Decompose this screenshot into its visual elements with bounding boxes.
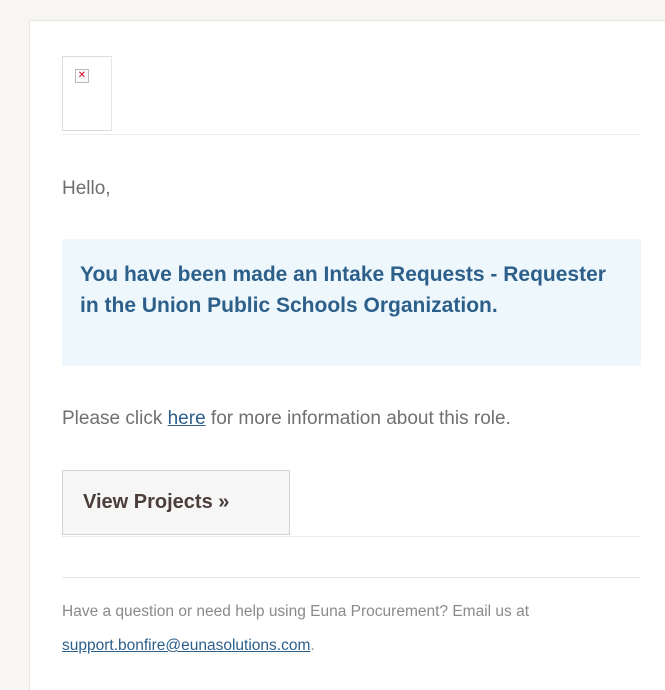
role-info-text: Please click here for more information a… <box>62 408 511 430</box>
footer-help-text: Have a question or need help using Euna … <box>62 595 647 663</box>
role-info-prefix: Please click <box>62 408 168 429</box>
view-projects-button[interactable]: View Projects » <box>62 470 290 535</box>
role-notice-text: You have been made an Intake Requests - … <box>80 263 606 317</box>
footer-help-prefix: Have a question or need help using Euna … <box>62 603 530 620</box>
logo-image-placeholder: ✕ <box>62 56 112 131</box>
support-email-link[interactable]: support.bonfire@eunasolutions.com <box>62 637 310 654</box>
role-info-suffix: for more information about this role. <box>205 408 511 429</box>
footer-help-suffix: . <box>310 637 315 654</box>
role-notice-box: You have been made an Intake Requests - … <box>62 239 641 366</box>
header-divider <box>62 134 640 135</box>
role-info-link[interactable]: here <box>168 408 206 429</box>
email-card: ✕ Hello, You have been made an Intake Re… <box>29 20 665 690</box>
greeting-text: Hello, <box>62 178 111 199</box>
button-divider <box>62 536 640 537</box>
footer-divider <box>62 577 640 578</box>
broken-image-icon: ✕ <box>75 69 89 83</box>
